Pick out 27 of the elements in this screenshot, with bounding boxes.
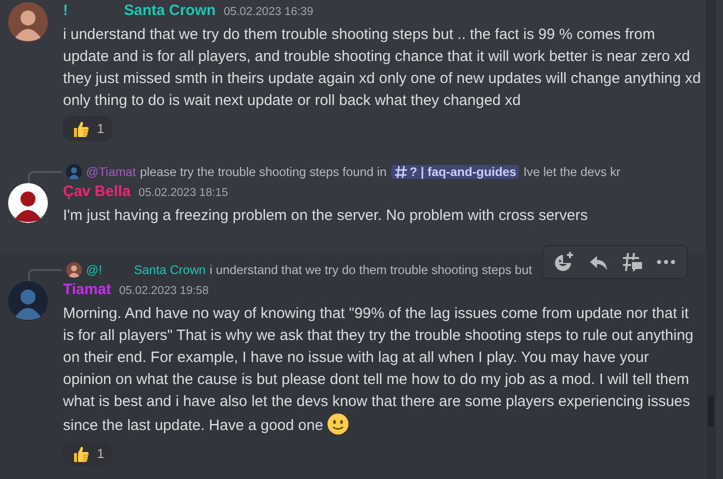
- reply-preview[interactable]: Ive let the devs kr: [523, 165, 620, 179]
- message-text: Morning. And have no way of knowing that "99% of the lag issues come from update nor that it is for all players" That is why we ask that they try the trouble shooting steps to rule out anything on their end. For example, I have no issue with lag at all when I play. You may have your opinion on what the cause is but please dont tell me how to do my job as a mod. I will tell them what is best and i have also let the devs know that there are some players experiencing issues since the last update. Have a good one: [63, 304, 694, 437]
- timestamp: 05.02.2023 19:58: [119, 285, 209, 297]
- reaction-button[interactable]: 1: [63, 116, 112, 141]
- reply-connector: [28, 269, 62, 281]
- message-text: i understand that we try do them trouble shooting steps but .. the fact is 99 % comes from update and is for all players, and trouble shooting chance that it will work better is near zero xd they just missed smth in theirs update again xd only one of new updates will change anything xd only thing to do is wait next update or roll back what they changed xd: [63, 25, 701, 111]
- channel-mention[interactable]: ? | faq-and-guides: [390, 165, 520, 179]
- reply-author-name[interactable]: Santa Crown: [134, 263, 206, 277]
- hash-icon: [394, 165, 408, 179]
- smiley-emoji-icon: [327, 413, 350, 435]
- avatar[interactable]: [8, 183, 48, 223]
- author-name[interactable]: Tiamat: [63, 281, 112, 298]
- timestamp: 05.02.2023 16:39: [224, 6, 314, 18]
- add-reaction-icon[interactable]: [553, 251, 575, 273]
- avatar[interactable]: [8, 2, 48, 42]
- author-name[interactable]: Santa Crown: [124, 2, 216, 19]
- timestamp: 05.02.2023 18:15: [138, 187, 228, 199]
- avatar: [66, 164, 82, 180]
- message-text: I'm just having a freezing problem on the server. No problem with cross servers: [63, 206, 589, 226]
- reply-preview[interactable]: i understand that we try do them trouble shooting steps but: [210, 263, 532, 277]
- reaction-button[interactable]: 1: [63, 441, 112, 466]
- thread-icon[interactable]: [621, 251, 643, 273]
- reply-preview[interactable]: please try the trouble shooting steps found in: [140, 165, 387, 179]
- avatar: [66, 262, 82, 278]
- reply-author[interactable]: @!: [86, 263, 102, 277]
- reply-connector: [28, 171, 62, 183]
- author-name[interactable]: !: [63, 2, 68, 19]
